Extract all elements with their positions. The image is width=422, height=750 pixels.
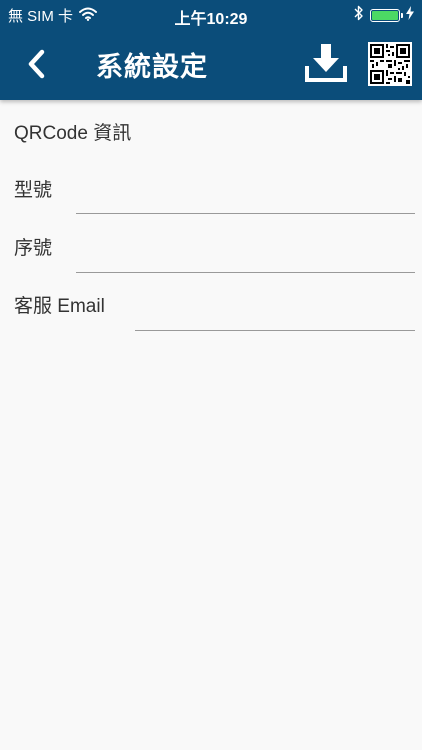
- serial-label: 序號: [14, 238, 53, 259]
- battery-level: [372, 10, 398, 20]
- support-email-label: 客服 Email: [14, 296, 105, 317]
- bluetooth-icon: [354, 5, 364, 25]
- charging-icon: [406, 6, 414, 24]
- section-title-qrcode-info: QRCode 資訊: [14, 123, 132, 144]
- model-label: 型號: [14, 180, 53, 201]
- battery-icon: [370, 8, 403, 22]
- toolbar: 系統設定: [0, 28, 422, 100]
- page-title: 系統設定: [96, 52, 208, 83]
- qrcode-button[interactable]: [368, 42, 412, 86]
- status-bar: 無 SIM 卡 上午10:29: [0, 0, 422, 28]
- status-right: [354, 5, 414, 25]
- serial-input[interactable]: [76, 243, 415, 273]
- download-button[interactable]: [304, 42, 348, 84]
- app-header: 無 SIM 卡 上午10:29 系統設定: [0, 0, 422, 100]
- chevron-left-icon: [28, 49, 45, 79]
- model-input[interactable]: [76, 184, 415, 214]
- download-icon: [305, 44, 347, 82]
- support-email-input[interactable]: [135, 301, 415, 331]
- back-button[interactable]: [20, 46, 56, 82]
- qrcode-icon: [368, 42, 412, 86]
